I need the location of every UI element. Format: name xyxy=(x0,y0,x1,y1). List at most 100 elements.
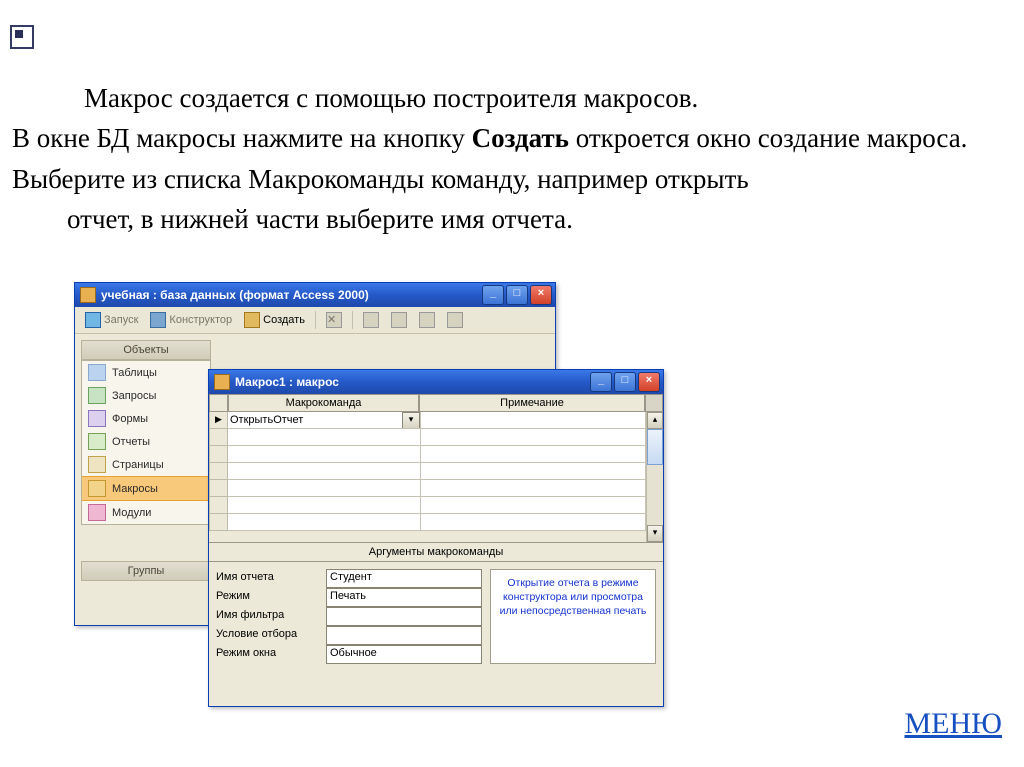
row-selector[interactable] xyxy=(209,463,228,480)
cell-note[interactable] xyxy=(421,514,646,531)
arg-label-where-condition: Условие отбора xyxy=(216,626,326,645)
arg-label-mode: Режим xyxy=(216,588,326,607)
arg-input-where-condition[interactable] xyxy=(326,626,482,645)
toolbar-run[interactable]: Запуск xyxy=(81,310,142,330)
column-header-note[interactable]: Примечание xyxy=(419,394,645,412)
grid-row[interactable] xyxy=(209,463,646,480)
menu-link[interactable]: МЕНЮ xyxy=(905,707,1003,741)
nav-header-objects[interactable]: Объекты xyxy=(81,340,211,360)
nav-item-modules[interactable]: Модули xyxy=(82,501,210,524)
arguments-pane: Имя отчета Студент Режим Печать Имя филь… xyxy=(209,562,663,671)
paragraph-3: Выберите из списка Макрокоманды команду,… xyxy=(12,161,1014,197)
paragraph-1: Макрос создается с помощью построителя м… xyxy=(12,80,1014,116)
cell-command-0[interactable]: ОткрытьОтчет ▾ xyxy=(228,412,421,429)
cell-command-value: ОткрытьОтчет xyxy=(230,414,303,426)
scroll-track[interactable] xyxy=(647,465,663,525)
nav-item-queries[interactable]: Запросы xyxy=(82,384,210,407)
toolbar-view1[interactable] xyxy=(359,310,383,330)
nav-item-tables[interactable]: Таблицы xyxy=(82,361,210,384)
view-small-icon xyxy=(391,312,407,328)
arg-label-filter-name: Имя фильтра xyxy=(216,607,326,626)
paragraph-2c: откроется окно создание макроса. xyxy=(569,123,967,153)
grid-row[interactable] xyxy=(209,446,646,463)
cell-command[interactable] xyxy=(228,463,421,480)
maximize-button[interactable]: □ xyxy=(614,372,636,392)
toolbar-delete[interactable]: ✕ xyxy=(322,310,346,330)
cell-command[interactable] xyxy=(228,497,421,514)
db-window-title: учебная : база данных (формат Access 200… xyxy=(101,288,482,302)
db-window-titlebar[interactable]: учебная : база данных (формат Access 200… xyxy=(75,283,555,307)
arg-input-mode[interactable]: Печать xyxy=(326,588,482,607)
toolbar-view2[interactable] xyxy=(387,310,411,330)
minimize-button[interactable]: _ xyxy=(590,372,612,392)
grid-row[interactable] xyxy=(209,480,646,497)
nav-pane: Объекты Таблицы Запросы Формы Отчеты Стр… xyxy=(75,334,217,626)
queries-icon xyxy=(88,387,106,404)
grid-row[interactable] xyxy=(209,514,646,531)
maximize-button[interactable]: □ xyxy=(506,285,528,305)
grid-row[interactable] xyxy=(209,497,646,514)
delete-icon: ✕ xyxy=(326,312,342,328)
cell-note[interactable] xyxy=(421,446,646,463)
nav-item-macros[interactable]: Макросы xyxy=(82,476,210,501)
paragraph-2b-bold: Создать xyxy=(472,123,569,153)
toolbar-view3[interactable] xyxy=(415,310,439,330)
grid-row[interactable]: ОткрытьОтчет ▾ xyxy=(209,412,646,429)
scroll-up-button[interactable]: ▴ xyxy=(647,412,663,429)
create-icon xyxy=(244,312,260,328)
row-selector[interactable] xyxy=(209,480,228,497)
arg-input-window-mode[interactable]: Обычное xyxy=(326,645,482,664)
macro-window: Макрос1 : макрос _ □ × Макрокоманда Прим… xyxy=(208,369,664,707)
nav-item-pages[interactable]: Страницы xyxy=(82,453,210,476)
nav-item-forms[interactable]: Формы xyxy=(82,407,210,430)
cell-note[interactable] xyxy=(421,429,646,446)
toolbar-separator xyxy=(315,311,316,329)
combo-dropdown-button[interactable]: ▾ xyxy=(402,412,420,429)
row-selector[interactable] xyxy=(209,514,228,531)
reports-icon xyxy=(88,433,106,450)
cell-command[interactable] xyxy=(228,446,421,463)
cell-command[interactable] xyxy=(228,514,421,531)
nav-header-groups[interactable]: Группы xyxy=(81,561,211,581)
arguments-pane-header: Аргументы макрокоманды xyxy=(209,542,663,562)
forms-icon xyxy=(88,410,106,427)
grid-corner[interactable] xyxy=(209,394,228,412)
row-selector[interactable] xyxy=(209,429,228,446)
toolbar-separator xyxy=(352,311,353,329)
db-toolbar: Запуск Конструктор Создать ✕ xyxy=(75,307,555,334)
cell-note-0[interactable] xyxy=(421,412,646,429)
cell-note[interactable] xyxy=(421,463,646,480)
close-button[interactable]: × xyxy=(530,285,552,305)
cell-command[interactable] xyxy=(228,480,421,497)
row-selector[interactable] xyxy=(209,446,228,463)
cell-note[interactable] xyxy=(421,480,646,497)
arguments-help-text: Открытие отчета в режиме конструктора ил… xyxy=(490,569,656,664)
toolbar-create[interactable]: Создать xyxy=(240,310,309,330)
arg-input-report-name[interactable]: Студент xyxy=(326,569,482,588)
grid-body: ОткрытьОтчет ▾ ▴ ▾ xyxy=(209,412,663,542)
column-header-command[interactable]: Макрокоманда xyxy=(228,394,419,412)
arg-input-filter-name[interactable] xyxy=(326,607,482,626)
row-selector-current[interactable] xyxy=(209,412,228,429)
toolbar-design[interactable]: Конструктор xyxy=(146,310,236,330)
grid-header: Макрокоманда Примечание xyxy=(209,394,663,412)
slide-text-area: Макрос создается с помощью построителя м… xyxy=(0,0,1024,238)
row-selector[interactable] xyxy=(209,497,228,514)
scroll-thumb[interactable] xyxy=(647,429,663,465)
close-button[interactable]: × xyxy=(638,372,660,392)
nav-objects-list: Таблицы Запросы Формы Отчеты Страницы Ма… xyxy=(81,360,211,525)
view-details-icon xyxy=(447,312,463,328)
run-icon xyxy=(85,312,101,328)
nav-item-reports[interactable]: Отчеты xyxy=(82,430,210,453)
pages-icon xyxy=(88,456,106,473)
toolbar-view4[interactable] xyxy=(443,310,467,330)
cell-command[interactable] xyxy=(228,429,421,446)
grid-row[interactable] xyxy=(209,429,646,446)
db-window-icon xyxy=(80,287,96,303)
macro-window-titlebar[interactable]: Макрос1 : макрос _ □ × xyxy=(209,370,663,394)
modules-icon xyxy=(88,504,106,521)
cell-note[interactable] xyxy=(421,497,646,514)
minimize-button[interactable]: _ xyxy=(482,285,504,305)
scroll-down-button[interactable]: ▾ xyxy=(647,525,663,542)
vertical-scrollbar[interactable]: ▴ ▾ xyxy=(646,412,663,542)
